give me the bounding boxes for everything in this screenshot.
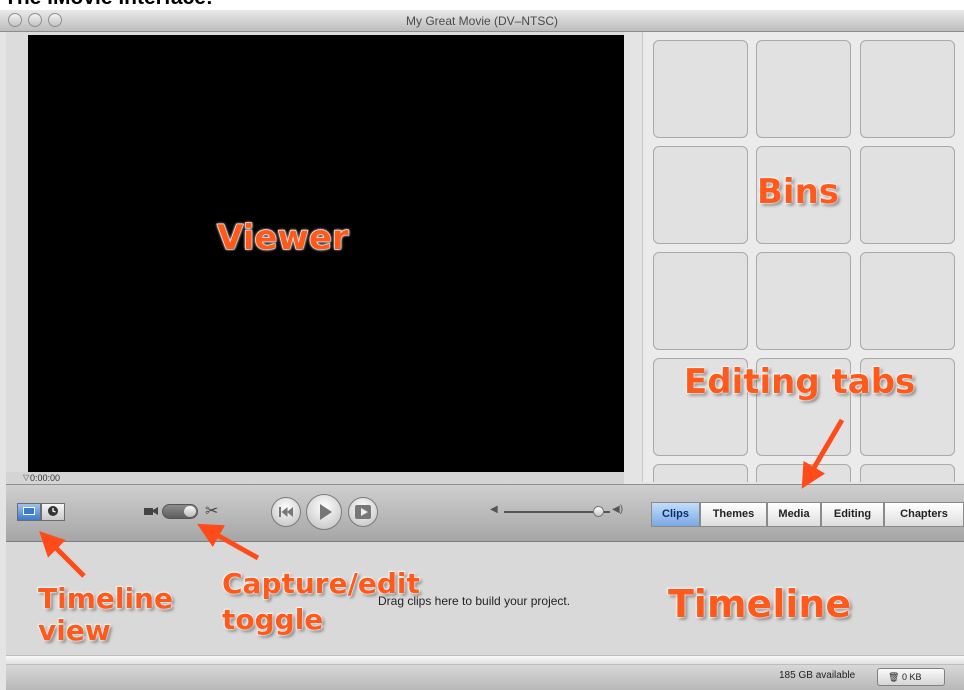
clip-bin[interactable] [756,40,851,138]
playhead-icon[interactable]: ▽ [23,473,29,483]
editing-tabs: Clips Themes Media Editing Chapters [651,502,964,527]
timeline-scrollbar[interactable] [6,655,964,665]
timeline-view-button[interactable] [41,503,65,521]
trash-size: 0 KB [901,672,922,682]
control-bar: ✂ ◀ ◀) Clips Themes Media Editing Chapte… [6,484,964,542]
tab-media[interactable]: Media [767,502,821,527]
trash-icon: 🗑 [888,672,900,682]
annotation-editing-tabs: Editing tabs [683,361,916,402]
clip-view-icon [23,507,35,516]
annotation-timeline-view: Timeline view [37,582,173,647]
status-bar: 185 GB available 🗑 0 KB [6,665,964,690]
clip-bin[interactable] [653,464,748,482]
play-fullscreen-button[interactable] [348,497,378,527]
annotation-timeline: Timeline [667,581,852,626]
clip-bin[interactable] [860,40,955,138]
annotation-capture-edit-toggle: Capture/edit toggle [221,566,420,636]
rewind-icon [279,507,293,517]
clip-bin[interactable] [653,252,748,350]
volume-high-icon: ◀) [612,504,624,515]
camera-icon [144,507,158,515]
toggle-knob[interactable] [184,506,196,517]
annotation-viewer: Viewer [216,217,349,258]
scissors-icon: ✂ [205,503,219,520]
clock-icon [48,506,58,517]
clip-bin[interactable] [860,464,955,482]
volume-low-icon: ◀ [490,504,498,515]
trash-button[interactable]: 🗑 0 KB [877,668,945,686]
clip-bin[interactable] [653,40,748,138]
play-icon [320,504,332,520]
clip-bins [642,32,964,482]
rewind-button[interactable] [271,497,301,527]
tab-themes[interactable]: Themes [700,502,767,527]
window-title: My Great Movie (DV–NTSC) [405,14,559,28]
page-heading: The iMovie interface: [4,0,213,10]
clip-bin[interactable] [756,464,851,482]
scrubber-bar[interactable]: ▽ 0:00:00 [6,472,624,484]
play-fullscreen-icon [355,505,371,519]
timecode: 0:00:00 [30,473,61,483]
volume-knob[interactable] [593,506,604,517]
play-button[interactable] [306,494,342,530]
disk-space-label: 185 GB available [779,670,856,681]
screenshot-stage: The iMovie interface: My Great Movie (DV… [0,0,964,690]
tab-editing[interactable]: Editing [821,502,884,527]
clip-bin[interactable] [653,146,748,244]
clip-viewer-button[interactable] [17,503,41,521]
capture-edit-toggle[interactable] [162,504,198,519]
clip-bin[interactable] [860,252,955,350]
tab-chapters[interactable]: Chapters [884,502,964,527]
tab-clips[interactable]: Clips [651,502,700,527]
viewer-panel [6,32,624,484]
window-titlebar: My Great Movie (DV–NTSC) [0,10,964,32]
clip-bin[interactable] [860,146,955,244]
clip-bin[interactable] [756,252,851,350]
annotation-bins: Bins [756,171,840,212]
